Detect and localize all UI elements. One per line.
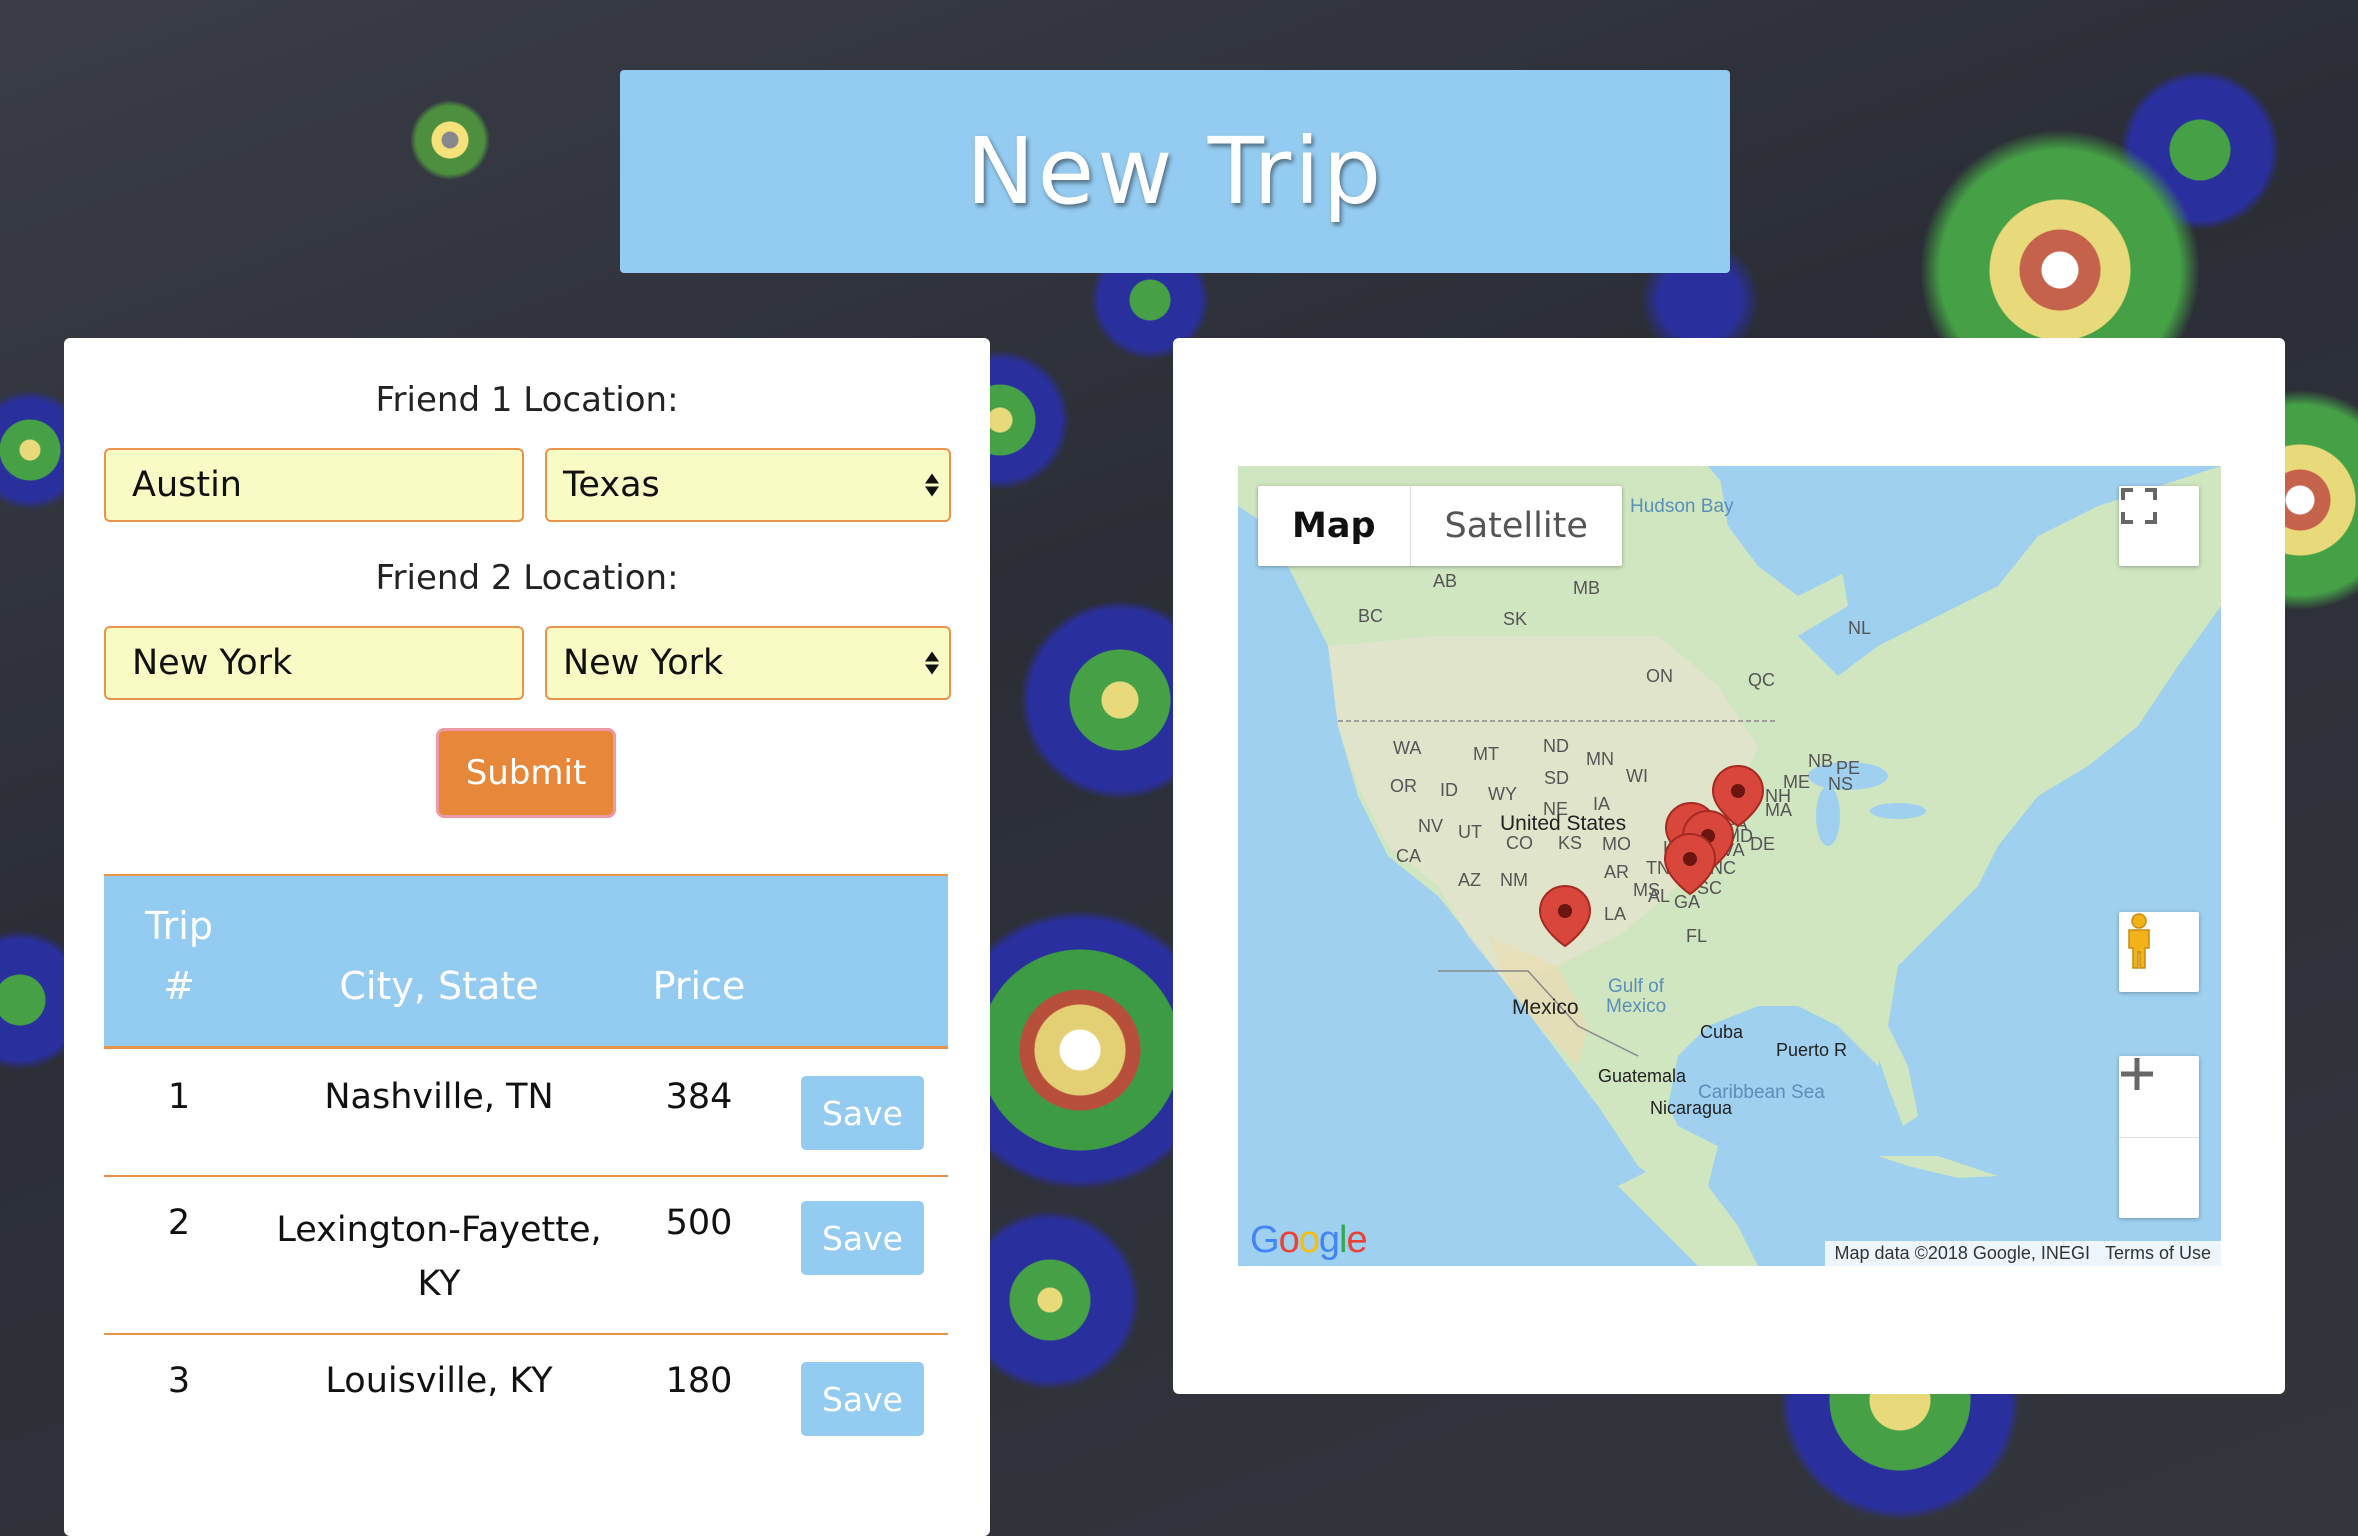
table-row: 1 Nashville, TN 384 Save [104,1049,948,1177]
header-price: Price [652,964,746,1008]
terms-of-use-link[interactable]: Terms of Use [2105,1243,2211,1263]
header-trip-number: # [163,964,195,1008]
map-type-control: Map Satellite [1258,486,1622,566]
trip-price: 180 [665,1361,733,1401]
trip-number: 1 [167,1077,191,1117]
friend2-state-select[interactable]: New York [545,626,951,700]
street-view-pegman[interactable] [2119,912,2199,992]
friend2-city-input[interactable]: New York [104,626,524,700]
map-marker-icon[interactable] [1663,832,1717,896]
submit-button[interactable]: Submit [436,728,616,818]
map-type-satellite-button[interactable]: Satellite [1411,486,1622,566]
zoom-control [2119,1056,2199,1218]
trip-city: Lexington-Fayette, KY [276,1210,602,1304]
trips-table: Trip # City, State Price 1 Nashville, TN… [104,874,948,1465]
trip-city: Louisville, KY [325,1361,553,1401]
google-map[interactable]: Hudson Bay la AB MB BC SK NL ON QC WA MT… [1238,466,2221,1266]
pegman-icon [2128,913,2150,969]
table-row: 2 Lexington-Fayette, KY 500 Save [104,1177,948,1335]
fullscreen-icon [2121,488,2157,524]
select-arrows-icon [925,651,939,675]
map-markers [1538,764,1765,948]
save-button[interactable]: Save [801,1076,924,1150]
save-button[interactable]: Save [801,1201,924,1275]
friend2-location-label: Friend 2 Location: [375,558,679,598]
minus-icon [2121,1071,2153,1077]
table-row: 3 Louisville, KY 180 Save [104,1335,948,1465]
friend1-state-select[interactable]: Texas [545,448,951,522]
save-button[interactable]: Save [801,1362,924,1436]
page-title: New Trip [965,118,1385,225]
page-header: New Trip [620,70,1730,273]
trip-city: Nashville, TN [324,1077,554,1117]
zoom-out-button[interactable] [2119,1071,2199,1218]
trip-form-panel: Friend 1 Location: Austin Texas Friend 2… [64,338,990,1536]
friend1-state-value: Texas [563,465,660,505]
google-logo[interactable]: Google [1250,1219,1368,1262]
friend1-location-label: Friend 1 Location: [375,380,679,420]
map-data-credit: Map data ©2018 Google, INEGI [1834,1243,2090,1263]
trip-number: 3 [167,1361,191,1401]
map-type-map-button[interactable]: Map [1258,486,1411,566]
trip-price: 500 [665,1203,733,1243]
header-trip: Trip [145,904,213,948]
header-city-state: City, State [339,964,539,1008]
fullscreen-button[interactable] [2119,486,2199,566]
map-attribution: Map data ©2018 Google, INEGI Terms of Us… [1824,1241,2221,1266]
friend1-city-input[interactable]: Austin [104,448,524,522]
map-panel: Hudson Bay la AB MB BC SK NL ON QC WA MT… [1173,338,2285,1394]
trip-price: 384 [665,1077,733,1117]
select-arrows-icon [925,473,939,497]
trip-number: 2 [167,1203,191,1243]
map-marker-icon[interactable] [1538,884,1592,948]
friend2-state-value: New York [563,643,724,683]
table-header: Trip # City, State Price [104,874,948,1049]
